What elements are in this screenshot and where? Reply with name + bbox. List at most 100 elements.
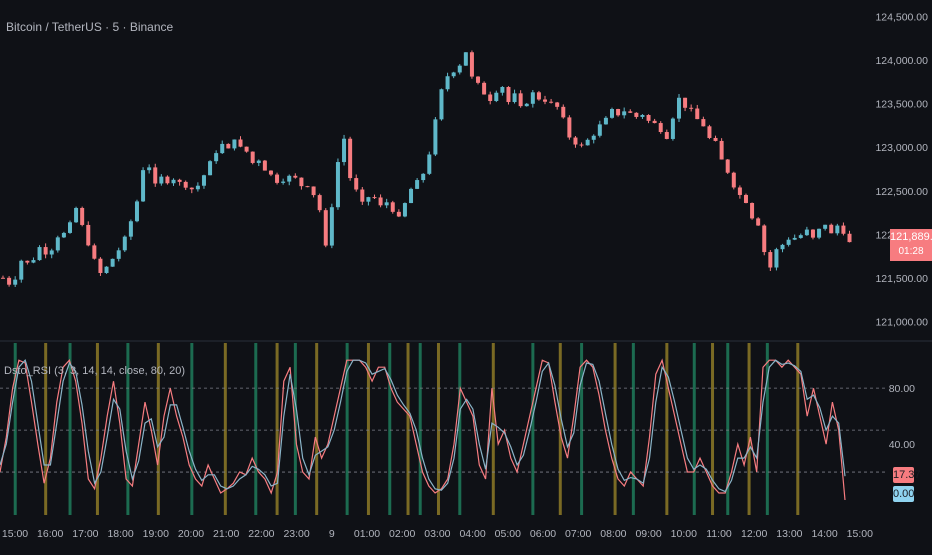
candle-down <box>841 225 846 234</box>
candle-down <box>1 277 5 279</box>
candle-down <box>488 94 493 102</box>
candle-down <box>634 112 639 117</box>
green-signal-marker <box>254 343 258 515</box>
candle-down <box>390 202 395 212</box>
time-tick-label: 13:00 <box>776 528 802 540</box>
candle-down <box>683 97 688 108</box>
candle-down <box>768 252 773 268</box>
candle-down <box>713 137 718 141</box>
candle-down <box>810 229 815 238</box>
candle-up <box>208 161 213 176</box>
candle-down <box>293 175 298 178</box>
candle-up <box>74 207 79 223</box>
candle-down <box>567 117 572 138</box>
countdown-tag: 01:28 <box>890 245 932 261</box>
candle-up <box>780 244 785 250</box>
price-tick-label: 121,500.00 <box>875 273 928 285</box>
candle-down <box>756 218 761 226</box>
candle-up <box>512 93 517 103</box>
yellow-signal-marker <box>315 343 319 515</box>
candle-up <box>804 229 809 236</box>
yellow-signal-marker <box>613 343 617 515</box>
candle-down <box>226 143 231 149</box>
candle-up <box>451 72 456 77</box>
indicator-tick-label: 40.00 <box>889 439 915 451</box>
candle-up <box>122 236 127 251</box>
candle-up <box>61 232 66 238</box>
candle-down <box>518 93 523 107</box>
price-tick-label: 121,000.00 <box>875 316 928 328</box>
candle-down <box>177 179 182 182</box>
time-tick-label: 12:00 <box>741 528 767 540</box>
k-value-tag: 17.37 <box>893 467 921 483</box>
candle-down <box>98 258 103 273</box>
candle-up <box>640 115 645 117</box>
time-tick-label: 18:00 <box>107 528 133 540</box>
d-value-tag: 0.00 <box>893 486 915 502</box>
candle-down <box>476 76 481 83</box>
current-price-tag: 121,889.75 <box>890 229 932 245</box>
candle-up <box>147 167 152 171</box>
yellow-signal-marker <box>665 343 669 515</box>
time-tick-label: 9 <box>329 528 335 540</box>
candle-up <box>402 203 407 217</box>
time-tick-label: 23:00 <box>283 528 309 540</box>
candle-down <box>275 174 280 183</box>
candle-down <box>469 52 474 77</box>
candle-up <box>67 222 72 233</box>
candle-down <box>762 225 767 253</box>
time-tick-label: 02:00 <box>389 528 415 540</box>
price-tick-label: 123,000.00 <box>875 142 928 154</box>
candle-down <box>695 108 700 120</box>
time-tick-label: 09:00 <box>635 528 661 540</box>
candle-down <box>829 224 834 234</box>
time-tick-label: 22:00 <box>248 528 274 540</box>
time-tick-label: 15:00 <box>847 528 873 540</box>
price-tick-label: 122,500.00 <box>875 186 928 198</box>
candle-down <box>543 99 548 102</box>
green-signal-marker <box>531 343 535 515</box>
candle-down <box>7 277 12 285</box>
candle-down <box>689 107 694 109</box>
candle-down <box>725 159 730 173</box>
candle-down <box>80 207 85 225</box>
candle-down <box>573 137 578 145</box>
candle-down <box>549 101 554 103</box>
time-tick-label: 06:00 <box>530 528 556 540</box>
candle-down <box>652 120 657 124</box>
candle-down <box>750 202 755 219</box>
candle-up <box>439 89 444 120</box>
yellow-signal-marker <box>711 343 715 515</box>
candle-up <box>19 260 24 280</box>
green-signal-marker <box>190 343 194 515</box>
candle-up <box>445 76 450 90</box>
candle-up <box>13 279 18 285</box>
candle-down <box>244 146 249 152</box>
candle-down <box>707 126 712 138</box>
candle-up <box>171 179 176 184</box>
candle-down <box>731 172 736 188</box>
candle-up <box>786 239 791 245</box>
candle-down <box>555 102 560 107</box>
candle-down <box>372 197 377 199</box>
candle-down <box>482 82 487 95</box>
chart-canvas[interactable]: 124,500.00 124,000.00 123,500.00 123,000.00… <box>0 0 932 550</box>
candle-up <box>463 52 468 66</box>
candle-down <box>354 178 359 190</box>
candle-down <box>646 115 651 121</box>
candle-up <box>530 92 535 104</box>
green-signal-marker <box>580 343 584 515</box>
yellow-signal-marker <box>491 343 495 515</box>
candle-down <box>664 132 669 139</box>
candle-up <box>817 228 822 238</box>
candle-down <box>189 187 194 190</box>
candle-up <box>798 235 803 238</box>
green-signal-marker <box>388 343 392 515</box>
candle-up <box>774 249 779 268</box>
time-tick-label: 15:00 <box>2 528 28 540</box>
candle-down <box>628 111 633 113</box>
candle-down <box>153 167 158 184</box>
candle-up <box>585 139 590 146</box>
candle-up <box>104 266 109 273</box>
candle-down <box>378 197 383 206</box>
